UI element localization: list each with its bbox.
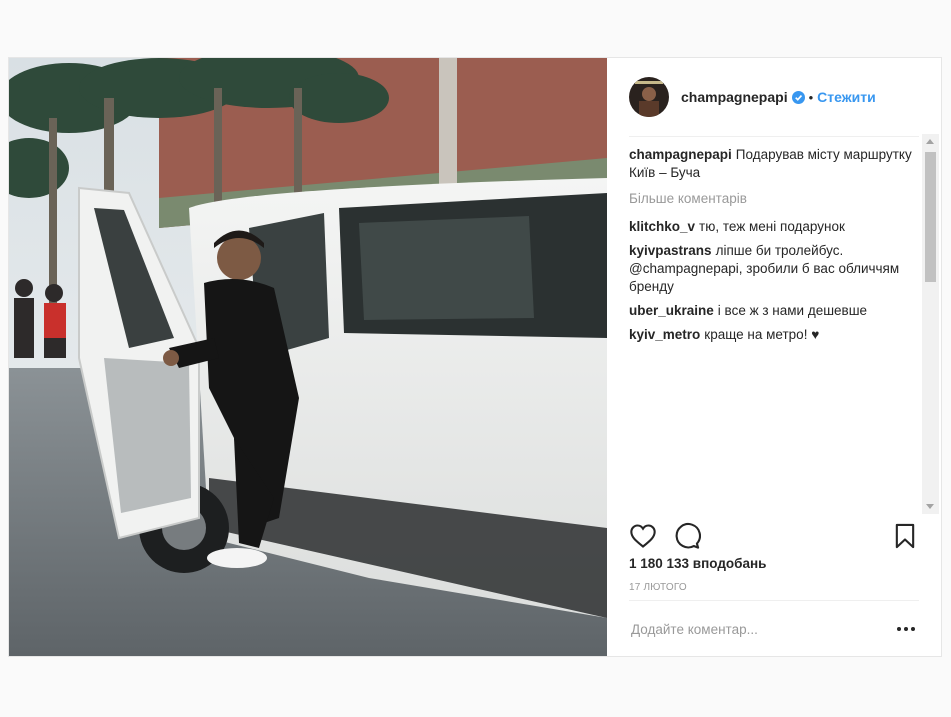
- comment-item: uber_ukraine і все ж з нами дешевше: [629, 302, 914, 320]
- option-dot: [911, 627, 915, 631]
- comment-text: краще на метро! ♥: [704, 327, 820, 342]
- add-comment-section: [629, 600, 919, 657]
- post-sidebar: champagnepapi • Стежити champagnepapi Под…: [607, 58, 941, 656]
- verified-badge-icon: [791, 90, 805, 104]
- comment-username[interactable]: kyivpastrans: [629, 243, 712, 258]
- post-actions: [629, 518, 919, 554]
- comment-username[interactable]: uber_ukraine: [629, 303, 714, 318]
- author-username[interactable]: champagnepapi: [681, 89, 788, 105]
- comment-bubble-icon[interactable]: [673, 522, 701, 550]
- author-avatar[interactable]: [629, 77, 669, 117]
- add-comment-input[interactable]: [629, 620, 893, 638]
- separator-dot: •: [808, 89, 814, 105]
- caption-username[interactable]: champagnepapi: [629, 147, 732, 162]
- caption: champagnepapi Подарував місту маршрутку К…: [629, 146, 914, 182]
- scrollbar-thumb[interactable]: [925, 152, 936, 282]
- like-count[interactable]: 1 180 133 вподобань: [629, 556, 766, 571]
- option-dot: [897, 627, 901, 631]
- comments-scrollbar[interactable]: [922, 134, 939, 514]
- scroll-down-arrow-icon[interactable]: [926, 504, 934, 509]
- post-header: champagnepapi • Стежити: [629, 74, 919, 137]
- comment-text: і все ж з нами дешевше: [717, 303, 868, 318]
- comment-item: klitchko_v тю, теж мені подарунок: [629, 218, 914, 236]
- post-photo[interactable]: [9, 58, 607, 656]
- load-more-comments-button[interactable]: Більше коментарів: [629, 190, 914, 208]
- comment-item: kyiv_metro краще на метро! ♥: [629, 326, 914, 344]
- bookmark-icon[interactable]: [891, 522, 919, 550]
- follow-button[interactable]: Стежити: [817, 89, 876, 105]
- option-dot: [904, 627, 908, 631]
- heart-icon[interactable]: [629, 522, 657, 550]
- comments-list: champagnepapi Подарував місту маршрутку К…: [629, 146, 914, 514]
- scroll-up-arrow-icon[interactable]: [926, 139, 934, 144]
- comment-username[interactable]: kyiv_metro: [629, 327, 700, 342]
- more-options-icon[interactable]: [893, 623, 919, 635]
- instagram-post: champagnepapi • Стежити champagnepapi Под…: [8, 57, 942, 657]
- comment-text: тю, теж мені подарунок: [699, 219, 845, 234]
- comment-item: kyivpastrans ліпше би тролейбус. @champag…: [629, 242, 914, 296]
- post-date[interactable]: 17 лютого: [629, 582, 687, 593]
- post-photo-image: [9, 58, 607, 656]
- comment-username[interactable]: klitchko_v: [629, 219, 695, 234]
